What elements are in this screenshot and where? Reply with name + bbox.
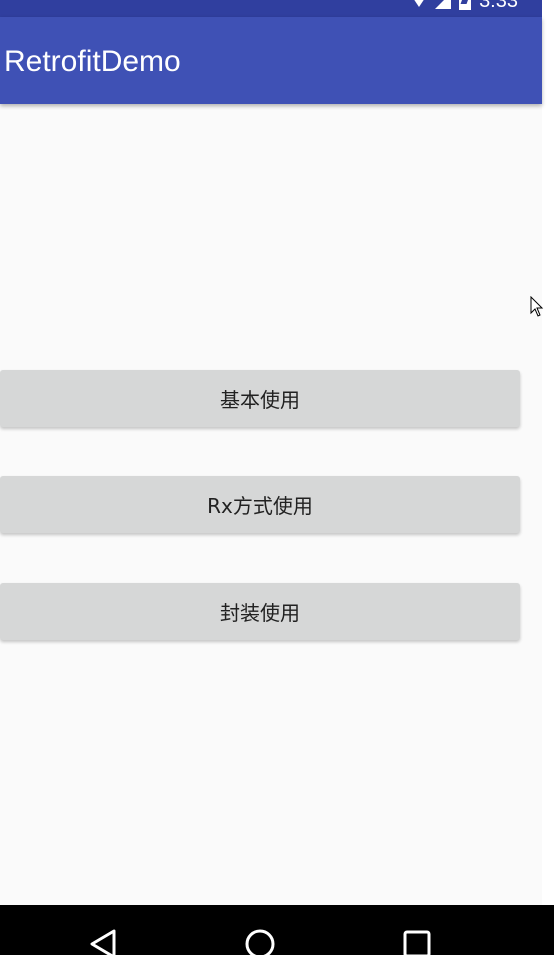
basic-usage-button[interactable]: 基本使用	[0, 370, 520, 427]
app-bar: RetrofitDemo	[0, 17, 542, 104]
rx-usage-button[interactable]: Rx方式使用	[0, 476, 520, 533]
wrapped-usage-button[interactable]: 封装使用	[0, 583, 520, 640]
signal-icon	[435, 0, 452, 9]
recents-icon[interactable]	[397, 927, 437, 955]
screen: 3:33 RetrofitDemo 基本使用 Rx方式使用 封装使用	[0, 0, 554, 955]
right-edge	[542, 0, 554, 905]
status-bar: 3:33	[0, 0, 542, 17]
app-title: RetrofitDemo	[4, 45, 181, 78]
mouse-cursor-icon	[530, 296, 544, 317]
status-icons: 3:33	[411, 0, 542, 11]
home-icon[interactable]	[240, 927, 280, 955]
battery-icon	[459, 0, 472, 10]
status-clock: 3:33	[479, 0, 518, 12]
back-icon[interactable]	[84, 927, 124, 955]
main-content: 基本使用 Rx方式使用 封装使用	[0, 104, 542, 905]
navigation-bar	[0, 905, 554, 955]
wifi-icon	[411, 0, 428, 7]
